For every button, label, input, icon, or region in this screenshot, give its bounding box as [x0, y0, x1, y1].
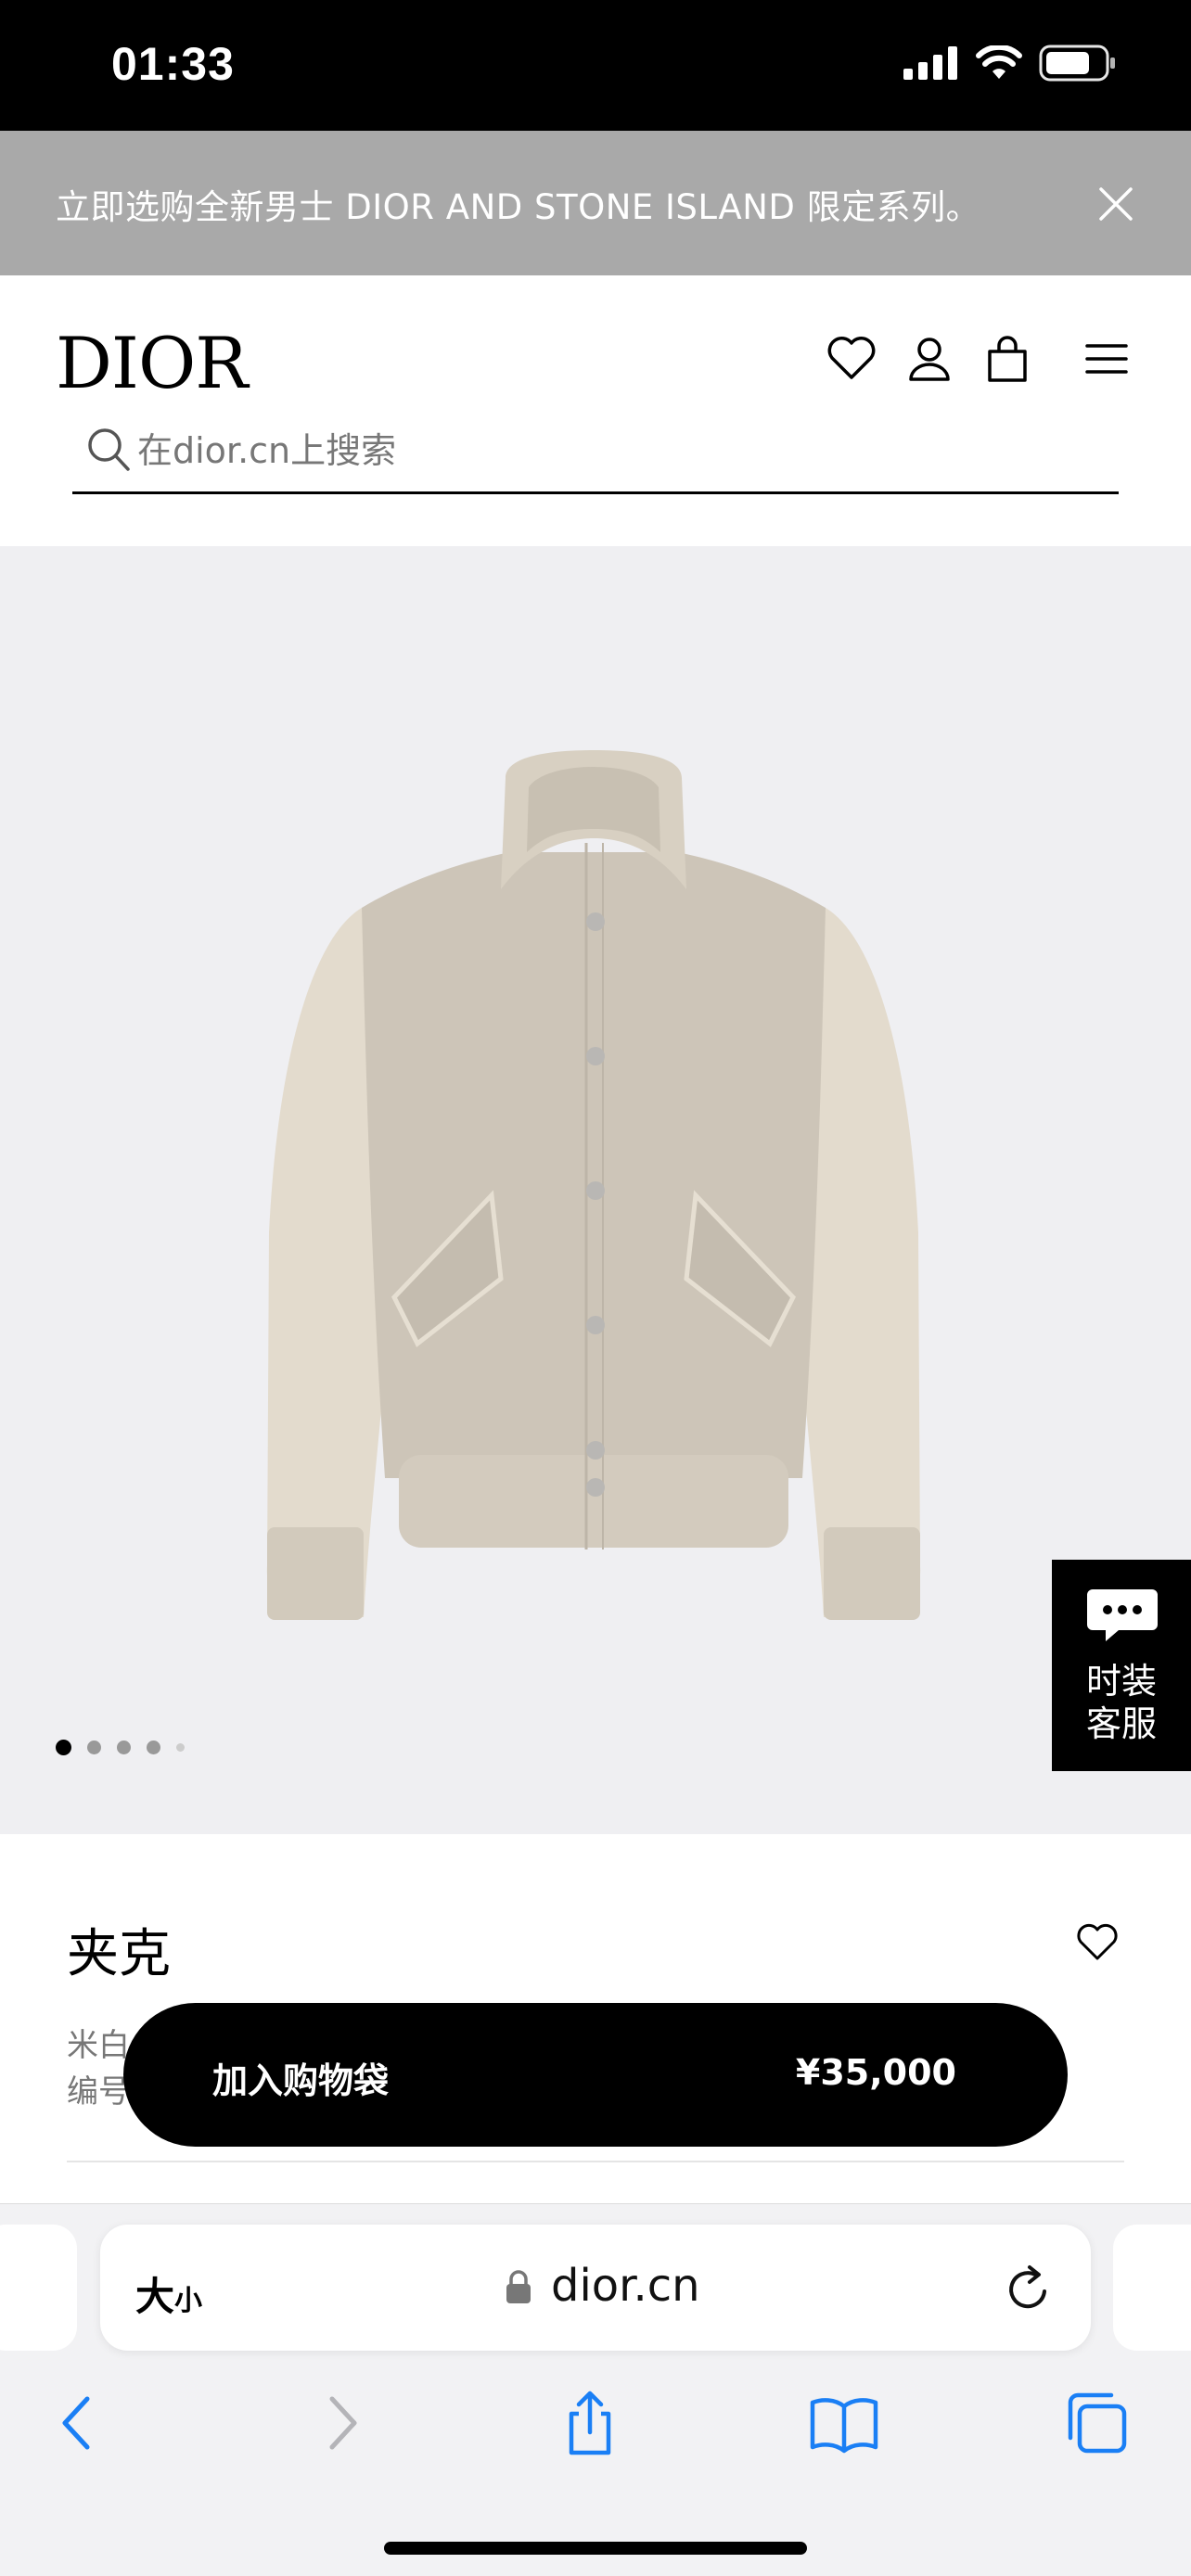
add-to-bag-label: 加入购物袋: [212, 2060, 390, 2101]
divider: [67, 2161, 1124, 2162]
heart-icon[interactable]: [1074, 1919, 1121, 1966]
promo-banner[interactable]: 立即选购全新男士 DIOR AND STONE ISLAND 限定系列。: [0, 131, 1191, 275]
text-size-button[interactable]: 大小: [135, 2265, 202, 2322]
home-indicator[interactable]: [384, 2542, 807, 2555]
chat-bubble-icon: [1087, 1589, 1158, 1641]
menu-icon[interactable]: [1080, 331, 1135, 387]
chat-label-line2: 客服: [1085, 1703, 1157, 1744]
bookmarks-icon[interactable]: [807, 2386, 881, 2460]
wifi-icon: [976, 45, 1022, 79]
status-time: 01:33: [111, 38, 235, 90]
carousel-dot[interactable]: [147, 1741, 160, 1754]
product-title: 夹克: [67, 1924, 171, 1984]
carousel-dot[interactable]: [176, 1743, 185, 1752]
back-icon[interactable]: [43, 2386, 117, 2460]
bag-icon[interactable]: [980, 331, 1035, 387]
product-sku: 编号: [67, 2073, 130, 2111]
carousel-dot[interactable]: [117, 1741, 131, 1754]
share-icon[interactable]: [553, 2386, 627, 2460]
product-price: ¥35,000: [795, 2052, 956, 2093]
carousel-dot[interactable]: [56, 1740, 71, 1755]
chat-label-line1: 时装: [1085, 1661, 1157, 1702]
status-icons: [903, 45, 1117, 82]
close-icon[interactable]: [1093, 181, 1139, 227]
reload-icon[interactable]: [1004, 2264, 1054, 2314]
site-header: DIOR: [0, 275, 1191, 546]
user-icon[interactable]: [902, 331, 957, 387]
forward-icon[interactable]: [302, 2386, 377, 2460]
dior-logo[interactable]: DIOR: [56, 322, 248, 404]
product-color: 米白: [67, 2027, 130, 2064]
product-hero[interactable]: [0, 546, 1191, 1834]
chat-label: 时装 客服: [1052, 1660, 1191, 1745]
battery-icon: [1039, 45, 1115, 82]
search-input[interactable]: [137, 426, 972, 476]
status-bar: 01:33: [0, 0, 1191, 131]
add-to-bag-button[interactable]: 加入购物袋 ¥35,000: [123, 2003, 1068, 2147]
tabs-icon[interactable]: [1059, 2386, 1133, 2460]
lock-icon: [506, 2270, 531, 2303]
signal-icon: [903, 46, 957, 80]
next-tab-preview[interactable]: [1113, 2225, 1191, 2351]
browser-chrome: 大小 dior.cn: [0, 2203, 1191, 2576]
text-size-big: 大: [135, 2274, 175, 2319]
address-bar[interactable]: 大小 dior.cn: [100, 2225, 1091, 2351]
text-size-small: 小: [174, 2285, 203, 2317]
promo-text[interactable]: 立即选购全新男士 DIOR AND STONE ISLAND 限定系列。: [56, 179, 980, 229]
url-text[interactable]: dior.cn: [551, 2260, 700, 2312]
carousel-dot[interactable]: [87, 1741, 101, 1754]
jacket-image: [266, 750, 921, 1620]
customer-service-button[interactable]: 时装 客服: [1052, 1560, 1191, 1771]
previous-tab-preview[interactable]: [0, 2225, 77, 2351]
search-icon[interactable]: [85, 426, 132, 474]
heart-icon[interactable]: [824, 331, 879, 387]
search-bar[interactable]: [72, 416, 1119, 494]
carousel-dots: [56, 1740, 185, 1755]
